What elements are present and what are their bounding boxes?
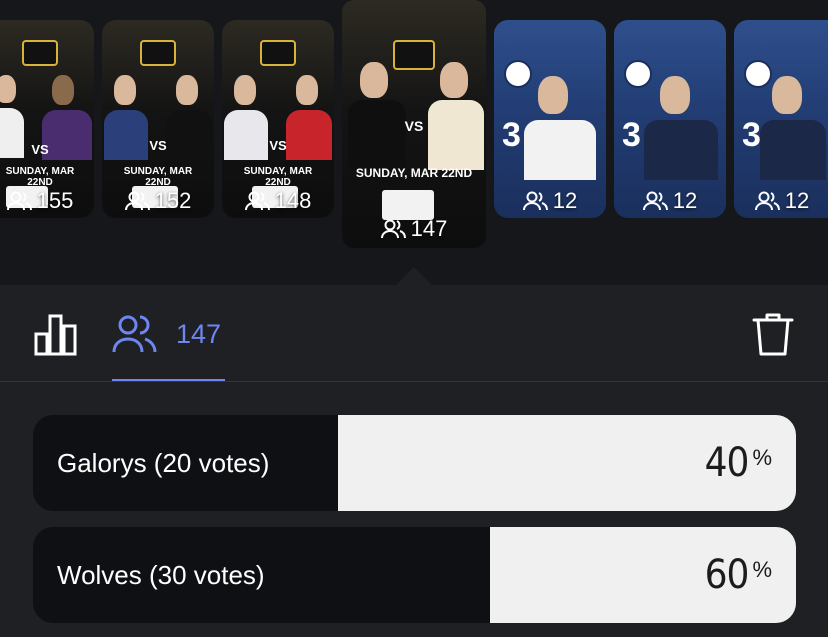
- viewers-icon: [244, 191, 270, 211]
- story-thumbnail[interactable]: VS SUNDAY, MAR 22ND 152: [102, 20, 214, 218]
- poll-option-percentage: 60 %: [704, 552, 772, 598]
- story-insights-panel: 147 Galorys (20 votes) 40 % Wolves (30 v…: [0, 285, 828, 637]
- story-date: SUNDAY, MAR 22ND: [123, 166, 193, 188]
- viewers-icon: [380, 219, 406, 239]
- trash-icon[interactable]: [752, 311, 794, 357]
- story-strip: VS SUNDAY, MAR 22ND 155 VS SUNDAY, MAR 2…: [0, 0, 828, 285]
- viewers-icon: [522, 191, 548, 211]
- story-artwork: VS SUNDAY, MAR 22ND: [342, 0, 486, 248]
- story-thumbnail[interactable]: 3 12: [734, 20, 828, 218]
- story-thumbnail[interactable]: VS SUNDAY, MAR 22ND 148: [222, 20, 334, 218]
- story-score: 3: [622, 116, 641, 154]
- bar-chart-icon[interactable]: [33, 312, 79, 358]
- story-date: SUNDAY, MAR 22ND: [243, 166, 313, 188]
- tab-viewers[interactable]: 147: [112, 309, 221, 359]
- viewers-icon: [642, 191, 668, 211]
- story-score: 3: [502, 116, 521, 154]
- viewers-icon: [754, 191, 780, 211]
- story-thumbnail[interactable]: 3 12: [494, 20, 606, 218]
- story-viewer-count: 147: [342, 216, 486, 242]
- story-score: 3: [742, 116, 761, 154]
- story-thumbnail-selected[interactable]: VS SUNDAY, MAR 22ND 147: [342, 0, 486, 248]
- story-date: SUNDAY, MAR 22ND: [355, 166, 473, 180]
- story-thumbnail[interactable]: 3 12: [614, 20, 726, 218]
- story-viewer-count: 155: [0, 188, 94, 214]
- story-thumbnail[interactable]: VS SUNDAY, MAR 22ND 155: [0, 20, 94, 218]
- story-viewer-count: 12: [734, 188, 828, 214]
- toolbar-divider: [0, 381, 828, 382]
- poll-option-label: Galorys (20 votes): [57, 447, 270, 478]
- viewers-icon: [124, 191, 150, 211]
- selected-story-pointer: [396, 267, 432, 285]
- insights-toolbar: 147: [0, 285, 828, 381]
- viewers-icon: [112, 315, 157, 353]
- poll-option-label: Wolves (30 votes): [57, 559, 265, 590]
- story-viewer-count: 152: [102, 188, 214, 214]
- viewers-count: 147: [176, 318, 222, 349]
- story-viewer-count: 148: [222, 188, 334, 214]
- story-date: SUNDAY, MAR 22ND: [5, 166, 75, 188]
- story-viewer-count: 12: [494, 188, 606, 214]
- viewers-icon: [6, 191, 32, 211]
- story-viewer-count: 12: [614, 188, 726, 214]
- poll-option-wolves: Wolves (30 votes) 60 %: [33, 527, 796, 623]
- poll-option-galorys: Galorys (20 votes) 40 %: [33, 415, 796, 511]
- poll-option-percentage: 40 %: [704, 440, 772, 486]
